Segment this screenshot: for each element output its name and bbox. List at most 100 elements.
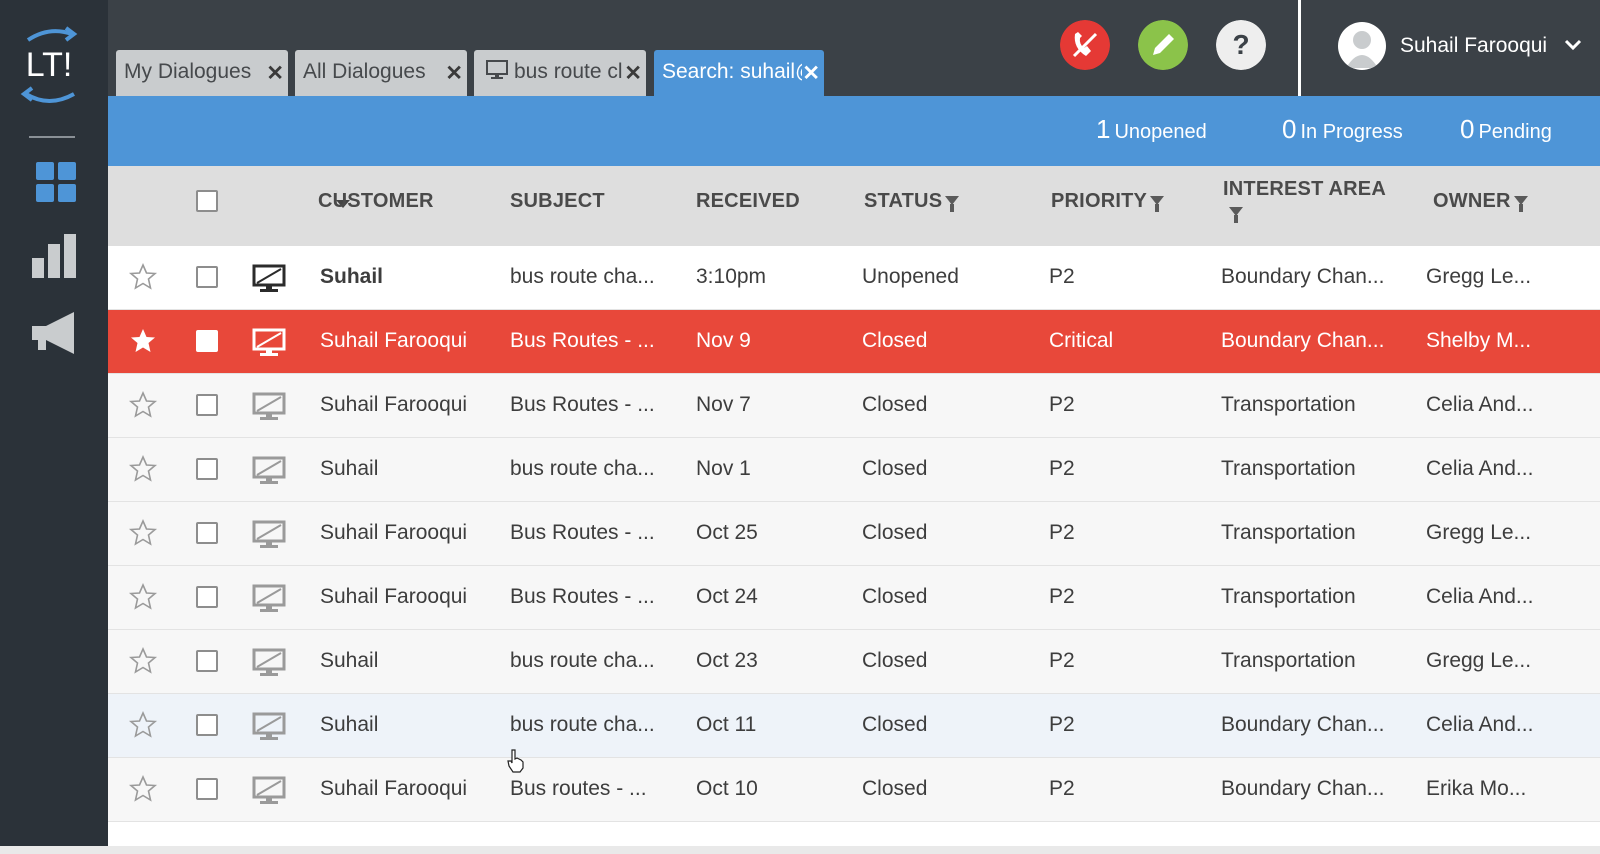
left-nav-rail: LT! bbox=[0, 0, 108, 854]
end-call-icon[interactable] bbox=[1060, 20, 1110, 70]
column-header-label: INTEREST AREA bbox=[1223, 178, 1386, 200]
bar-chart-icon[interactable] bbox=[30, 230, 80, 280]
star-icon[interactable] bbox=[128, 710, 158, 740]
monitor-icon bbox=[252, 264, 286, 292]
tab-my-dialogues[interactable]: My Dialogues ✕ bbox=[116, 50, 288, 96]
table-row[interactable]: Suhail Farooqui Bus Routes - ... Nov 9 Clos… bbox=[108, 310, 1600, 374]
logo-text: LT! bbox=[26, 46, 73, 84]
star-icon[interactable] bbox=[128, 518, 158, 548]
star-icon[interactable] bbox=[128, 646, 158, 676]
star-icon[interactable] bbox=[128, 454, 158, 484]
avatar[interactable] bbox=[1338, 22, 1386, 70]
column-header-customer[interactable]: CUSTOMER bbox=[318, 190, 434, 213]
cell-customer: Suhail bbox=[320, 265, 384, 288]
monitor-icon bbox=[252, 392, 286, 420]
filter-icon[interactable] bbox=[1513, 196, 1528, 212]
cell-interest-area: Transportation bbox=[1221, 521, 1356, 544]
stat-count: 0 bbox=[1282, 114, 1297, 144]
filter-icon[interactable] bbox=[1229, 207, 1243, 223]
app-logo[interactable]: LT! bbox=[16, 22, 82, 106]
row-checkbox[interactable] bbox=[196, 458, 218, 480]
cell-status: Closed bbox=[862, 457, 928, 480]
row-checkbox[interactable] bbox=[196, 394, 218, 416]
filter-icon[interactable] bbox=[945, 196, 960, 212]
cell-subject: Bus Routes - ... bbox=[510, 585, 655, 608]
cell-interest-area: Boundary Chan... bbox=[1221, 713, 1385, 736]
star-icon[interactable] bbox=[128, 390, 158, 420]
top-divider bbox=[1298, 0, 1301, 96]
dashboard-grid-icon[interactable] bbox=[30, 158, 80, 208]
cell-subject: Bus Routes - ... bbox=[510, 521, 655, 544]
tab-search[interactable]: Search: suhail@ ✕ bbox=[654, 50, 824, 96]
star-icon[interactable] bbox=[128, 582, 158, 612]
cell-interest-area: Transportation bbox=[1221, 393, 1356, 416]
row-checkbox[interactable] bbox=[196, 330, 218, 352]
star-icon[interactable] bbox=[128, 262, 158, 292]
table-row[interactable]: Suhail bus route cha... Nov 1 Closed P2 Trans… bbox=[108, 438, 1600, 502]
megaphone-icon[interactable] bbox=[30, 308, 80, 358]
cell-priority: P2 bbox=[1049, 265, 1075, 288]
row-checkbox[interactable] bbox=[196, 522, 218, 544]
table-row[interactable]: Suhail Farooqui Bus Routes - ... Oct 25 Clo… bbox=[108, 502, 1600, 566]
column-header-owner[interactable]: OWNER bbox=[1433, 190, 1528, 213]
tab-label: bus route cl bbox=[514, 60, 623, 83]
cell-status: Closed bbox=[862, 393, 928, 416]
cell-subject: Bus Routes - ... bbox=[510, 393, 655, 416]
cell-customer: Suhail Farooqui bbox=[320, 521, 468, 544]
tab-label: Search: suhail@ bbox=[662, 60, 802, 83]
cell-received: Oct 10 bbox=[696, 777, 758, 800]
dialogue-table-body: Suhail bus route cha... 3:10pm Unopened P2 Bo… bbox=[108, 246, 1600, 854]
tab-bus-route-dialogue[interactable]: bus route cl ✕ bbox=[474, 50, 646, 96]
column-header-priority[interactable]: PRIORITY bbox=[1051, 190, 1165, 213]
monitor-icon bbox=[252, 456, 286, 484]
row-checkbox[interactable] bbox=[196, 586, 218, 608]
close-icon[interactable]: ✕ bbox=[266, 61, 284, 86]
status-summary-bar: 1 Unopened 0 In Progress 0 Pending bbox=[108, 96, 1600, 166]
stat-label: Unopened bbox=[1114, 121, 1207, 143]
cell-received: Oct 25 bbox=[696, 521, 758, 544]
table-row[interactable]: Suhail Farooqui Bus routes - ... Oct 10 Clo… bbox=[108, 758, 1600, 822]
cell-customer: Suhail Farooqui bbox=[320, 393, 468, 416]
cell-priority: Critical bbox=[1049, 329, 1114, 352]
help-icon[interactable]: ? bbox=[1216, 20, 1266, 70]
cell-priority: P2 bbox=[1049, 649, 1075, 672]
table-row[interactable]: Suhail bus route cha... Oct 11 Closed P2 Boun… bbox=[108, 694, 1600, 758]
table-row[interactable]: Suhail bus route cha... 3:10pm Unopened P2 Bo… bbox=[108, 246, 1600, 310]
stat-unopened[interactable]: 1 Unopened bbox=[1096, 114, 1207, 145]
table-row[interactable]: Suhail Farooqui Bus Routes - ... Oct 24 Clo… bbox=[108, 566, 1600, 630]
column-header-interest-area[interactable]: INTEREST AREA bbox=[1223, 178, 1386, 224]
svg-text:?: ? bbox=[1232, 29, 1249, 60]
close-icon[interactable]: ✕ bbox=[802, 61, 820, 86]
user-name[interactable]: Suhail Farooqui bbox=[1400, 34, 1547, 58]
stat-in-progress[interactable]: 0 In Progress bbox=[1282, 114, 1403, 145]
cell-subject: bus route cha... bbox=[510, 649, 655, 672]
table-row[interactable]: Suhail Farooqui Bus Routes - ... Nov 7 Clos… bbox=[108, 374, 1600, 438]
row-checkbox[interactable] bbox=[196, 650, 218, 672]
star-icon[interactable] bbox=[128, 326, 158, 356]
column-header-label: OWNER bbox=[1433, 190, 1511, 212]
row-checkbox[interactable] bbox=[196, 266, 218, 288]
cell-status: Closed bbox=[862, 649, 928, 672]
cell-owner: Shelby M... bbox=[1426, 329, 1532, 352]
column-header-status[interactable]: STATUS bbox=[864, 190, 960, 213]
close-icon[interactable]: ✕ bbox=[624, 61, 642, 86]
column-header-received[interactable]: RECEIVED bbox=[696, 190, 800, 213]
cell-owner: Gregg Le... bbox=[1426, 521, 1532, 544]
filter-icon[interactable] bbox=[1150, 196, 1165, 212]
row-checkbox[interactable] bbox=[196, 778, 218, 800]
cell-received: Oct 23 bbox=[696, 649, 758, 672]
cell-subject: Bus Routes - ... bbox=[510, 329, 655, 352]
close-icon[interactable]: ✕ bbox=[445, 61, 463, 86]
chevron-down-icon[interactable] bbox=[1563, 38, 1583, 52]
pencil-icon[interactable] bbox=[1138, 20, 1188, 70]
table-row[interactable]: Suhail bus route cha... Oct 23 Closed P2 Tran… bbox=[108, 630, 1600, 694]
row-checkbox[interactable] bbox=[196, 714, 218, 736]
select-all-checkbox[interactable] bbox=[196, 190, 218, 212]
cell-received: Nov 9 bbox=[696, 329, 751, 352]
stat-pending[interactable]: 0 Pending bbox=[1460, 114, 1552, 145]
star-icon[interactable] bbox=[128, 774, 158, 804]
tab-label: All Dialogues bbox=[303, 60, 426, 83]
cell-interest-area: Transportation bbox=[1221, 457, 1356, 480]
tab-all-dialogues[interactable]: All Dialogues ✕ bbox=[295, 50, 467, 96]
column-header-subject[interactable]: SUBJECT bbox=[510, 190, 605, 213]
